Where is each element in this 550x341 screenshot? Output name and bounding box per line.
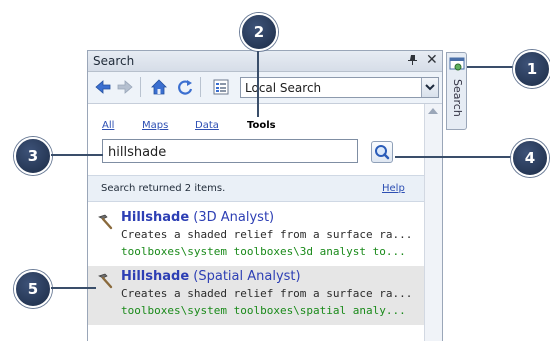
search-content: All Maps Data Tools Search returned 2 it… (88, 104, 424, 341)
callout-line (467, 66, 515, 68)
callout-5: 5 (14, 270, 52, 308)
chevron-down-icon (425, 84, 435, 91)
side-tab-search[interactable]: Search (446, 52, 467, 130)
side-tab-label: Search (451, 79, 464, 117)
pin-icon[interactable] (406, 53, 420, 67)
result-item[interactable]: Hillshade (3D Analyst) Creates a shaded … (88, 207, 424, 266)
tab-data[interactable]: Data (195, 120, 219, 131)
search-text-field[interactable] (103, 140, 353, 164)
callout-1: 1 (513, 50, 550, 88)
search-button[interactable] (371, 141, 393, 163)
back-arrow-icon[interactable] (94, 78, 112, 96)
search-window: Search ✕ Local Search All Maps Data Tool… (87, 50, 443, 341)
search-input[interactable] (102, 139, 358, 164)
result-toolbox: (Spatial Analyst) (193, 269, 301, 284)
result-name: Hillshade (121, 269, 190, 284)
results-summary-bar: Search returned 2 items. Help (88, 175, 424, 202)
result-description: Creates a shaded relief from a surface r… (121, 228, 413, 241)
scroll-up-icon[interactable] (428, 108, 438, 114)
toolbar-separator (140, 77, 141, 97)
hammer-tool-icon (98, 214, 113, 230)
options-list-icon[interactable] (212, 78, 230, 96)
callout-line (395, 156, 512, 158)
result-description: Creates a shaded relief from a surface r… (121, 287, 413, 300)
refresh-icon[interactable] (176, 78, 194, 96)
toolbar-separator (200, 77, 201, 97)
magnifier-icon (375, 145, 390, 160)
help-link[interactable]: Help (382, 183, 405, 194)
result-path: toolboxes\system toolboxes\3d analyst to… (121, 245, 406, 258)
result-path: toolboxes\system toolboxes\spatial analy… (121, 304, 406, 317)
callout-line (257, 51, 259, 117)
search-window-icon (449, 57, 465, 71)
result-item-selected[interactable]: Hillshade (Spatial Analyst) Creates a sh… (88, 266, 424, 325)
callout-3: 3 (14, 137, 52, 175)
callout-line (51, 287, 96, 289)
callout-line (51, 154, 103, 156)
tab-all[interactable]: All (102, 120, 114, 131)
tab-maps[interactable]: Maps (142, 120, 168, 131)
toolbar: Local Search (88, 72, 442, 104)
window-title: Search (93, 54, 135, 68)
results-count-text: Search returned 2 items. (101, 183, 226, 194)
result-title[interactable]: Hillshade (Spatial Analyst) (121, 269, 301, 284)
result-title[interactable]: Hillshade (3D Analyst) (121, 210, 274, 225)
callout-4: 4 (511, 139, 549, 177)
dropdown-button[interactable] (421, 78, 438, 97)
close-icon[interactable]: ✕ (426, 53, 438, 67)
forward-arrow-icon[interactable] (116, 78, 134, 96)
tab-tools[interactable]: Tools (247, 120, 276, 131)
callout-2: 2 (240, 13, 278, 51)
title-bar: Search ✕ (88, 51, 442, 72)
hammer-tool-icon (98, 273, 113, 289)
vertical-scrollbar[interactable] (424, 104, 442, 341)
home-icon[interactable] (150, 78, 168, 96)
search-scope-dropdown[interactable]: Local Search (240, 77, 439, 98)
result-name: Hillshade (121, 210, 190, 225)
result-toolbox: (3D Analyst) (193, 210, 275, 225)
